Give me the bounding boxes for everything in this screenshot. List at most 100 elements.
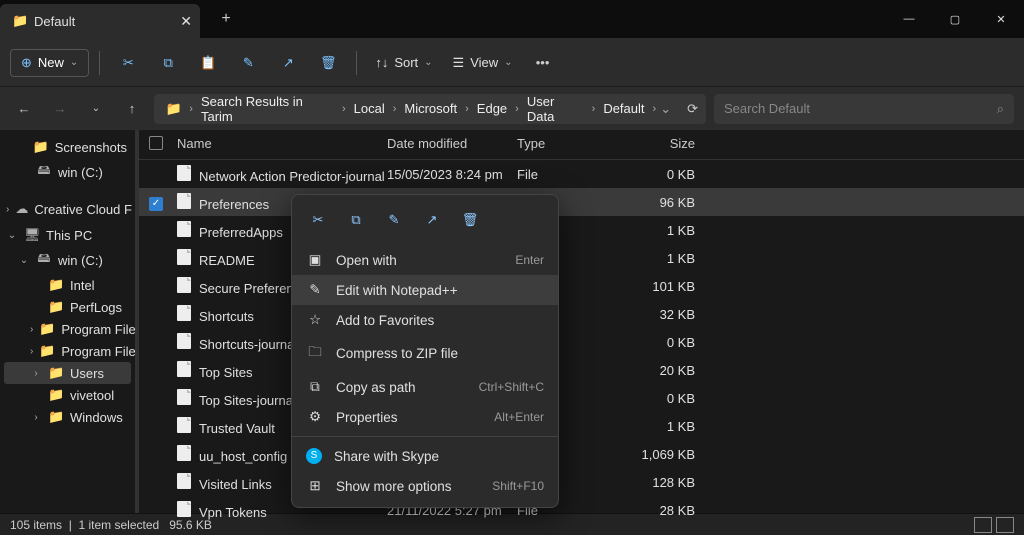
sidebar-item[interactable]: ›📁Windows bbox=[4, 406, 131, 428]
close-tab-icon[interactable]: ✕ bbox=[180, 13, 192, 30]
column-size[interactable]: Size bbox=[625, 136, 695, 153]
file-row[interactable]: uu_host_config1,069 KB bbox=[139, 440, 1024, 468]
context-menu-item[interactable]: ⚙PropertiesAlt+Enter bbox=[292, 402, 558, 432]
view-icon: ☰ bbox=[453, 55, 465, 71]
new-tab-button[interactable]: + bbox=[210, 10, 242, 28]
sidebar-item[interactable]: ›☁Creative Cloud F bbox=[4, 198, 131, 220]
cut-button[interactable]: ✂ bbox=[110, 46, 146, 80]
file-row[interactable]: Visited Links128 KB bbox=[139, 468, 1024, 496]
breadcrumb-item[interactable]: User Data bbox=[523, 94, 588, 124]
copy-button[interactable]: ⧉ bbox=[150, 46, 186, 80]
more-icon: ⊞ bbox=[306, 478, 324, 494]
file-row[interactable]: Shortcuts32 KB bbox=[139, 300, 1024, 328]
context-menu-item[interactable]: ⧉Copy as pathCtrl+Shift+C bbox=[292, 372, 558, 402]
body: 📁Screenshots🖴win (C:) › ☁ Creative Cloud F ⌄… bbox=[0, 130, 1024, 513]
copy-icon: ⧉ bbox=[306, 379, 324, 395]
cloud-icon: ☁ bbox=[15, 201, 28, 217]
context-item-shortcut: Shift+F10 bbox=[492, 479, 544, 493]
cut-icon[interactable]: ✂ bbox=[302, 205, 334, 235]
sidebar-item[interactable]: ›📁Program File bbox=[4, 318, 131, 340]
breadcrumb-item[interactable]: Default bbox=[599, 101, 648, 116]
context-menu-item[interactable]: ✎Edit with Notepad++ bbox=[292, 275, 558, 305]
file-row[interactable]: README1 KB bbox=[139, 244, 1024, 272]
checkbox-icon[interactable]: ✓ bbox=[149, 197, 163, 211]
maximize-button[interactable]: ▢ bbox=[932, 0, 978, 38]
folder-icon: 📁 bbox=[33, 139, 49, 155]
file-icon bbox=[177, 389, 191, 405]
delete-icon[interactable]: 🗑 bbox=[454, 205, 486, 235]
sidebar-item[interactable]: 📁Screenshots bbox=[4, 136, 131, 158]
copy-icon[interactable]: ⧉ bbox=[340, 205, 372, 235]
context-item-label: Properties bbox=[336, 410, 398, 425]
file-size-cell: 32 KB bbox=[625, 307, 695, 322]
sidebar: 📁Screenshots🖴win (C:) › ☁ Creative Cloud F ⌄… bbox=[0, 130, 135, 513]
sidebar-item-label: This PC bbox=[46, 228, 92, 243]
sidebar-item[interactable]: 📁vivetool bbox=[4, 384, 131, 406]
column-type[interactable]: Type bbox=[517, 136, 625, 153]
more-button[interactable]: ••• bbox=[525, 46, 561, 80]
file-name-cell: Network Action Predictor-journal bbox=[177, 165, 387, 184]
sidebar-item[interactable]: 📁Intel bbox=[4, 274, 131, 296]
new-button[interactable]: ⊕ New ⌄ bbox=[10, 49, 89, 77]
minimize-button[interactable]: — bbox=[886, 0, 932, 38]
checkbox-header[interactable] bbox=[149, 136, 177, 153]
file-row[interactable]: Top Sites-journal0 KB bbox=[139, 384, 1024, 412]
file-icon bbox=[177, 417, 191, 433]
context-item-label: Copy as path bbox=[336, 380, 416, 395]
folder-icon: 📁 bbox=[39, 343, 55, 359]
breadcrumb-item[interactable]: Local bbox=[350, 101, 389, 116]
context-item-label: Compress to ZIP file bbox=[336, 346, 458, 361]
context-menu-item[interactable]: ▣Open withEnter bbox=[292, 245, 558, 275]
breadcrumb[interactable]: 📁 › Search Results in Tarim › Local › Mi… bbox=[154, 94, 706, 124]
close-window-button[interactable]: ✕ bbox=[978, 0, 1024, 38]
sidebar-item[interactable]: ⌄🖴win (C:) bbox=[4, 246, 131, 274]
context-item-label: Share with Skype bbox=[334, 449, 439, 464]
file-row[interactable]: Top Sites20 KB bbox=[139, 356, 1024, 384]
chevron-icon: › bbox=[30, 346, 33, 357]
window-tab[interactable]: 📁 Default ✕ bbox=[0, 4, 200, 38]
file-row[interactable]: Vpn Tokens21/11/2022 5:27 pmFile28 KB bbox=[139, 496, 1024, 524]
file-size-cell: 28 KB bbox=[625, 503, 695, 518]
delete-button[interactable]: 🗑 bbox=[310, 46, 346, 80]
breadcrumb-item[interactable]: Edge bbox=[473, 101, 511, 116]
share-icon[interactable]: ↗ bbox=[416, 205, 448, 235]
history-chevron-icon[interactable]: ⌄ bbox=[82, 95, 110, 123]
sidebar-item[interactable]: 📁PerfLogs bbox=[4, 296, 131, 318]
context-menu-item[interactable]: 🗀Compress to ZIP file bbox=[292, 335, 558, 372]
status-items: 105 items bbox=[10, 518, 62, 532]
back-button[interactable]: ← bbox=[10, 95, 38, 123]
context-menu-item[interactable]: ⊞Show more optionsShift+F10 bbox=[292, 471, 558, 501]
column-name[interactable]: Name bbox=[177, 136, 387, 153]
sidebar-item-label: Creative Cloud F bbox=[34, 202, 132, 217]
file-row[interactable]: Trusted Vault1 KB bbox=[139, 412, 1024, 440]
rename-icon[interactable]: ✎ bbox=[378, 205, 410, 235]
sidebar-item[interactable]: ›📁Users bbox=[4, 362, 131, 384]
file-row[interactable]: Shortcuts-journal0 KB bbox=[139, 328, 1024, 356]
sidebar-item[interactable]: ⌄🖥This PC bbox=[4, 224, 131, 246]
star-icon: ☆ bbox=[306, 312, 324, 328]
view-button[interactable]: ☰ View ⌄ bbox=[445, 55, 521, 71]
refresh-button[interactable]: ⟳ bbox=[687, 101, 698, 117]
file-row[interactable]: ✓Preferences15/05/2023 5:30 pmFile96 KB bbox=[139, 188, 1024, 216]
file-row[interactable]: Network Action Predictor-journal15/05/20… bbox=[139, 160, 1024, 188]
prop-icon: ⚙ bbox=[306, 409, 324, 425]
chevron-down-icon[interactable]: ⌄ bbox=[660, 101, 671, 117]
sidebar-item[interactable]: ›📁Program File bbox=[4, 340, 131, 362]
up-button[interactable]: ↑ bbox=[118, 95, 146, 123]
breadcrumb-item[interactable]: Microsoft bbox=[400, 101, 461, 116]
column-date[interactable]: Date modified bbox=[387, 136, 517, 153]
file-row[interactable]: Secure Preferences101 KB bbox=[139, 272, 1024, 300]
context-menu-item[interactable]: ☆Add to Favorites bbox=[292, 305, 558, 335]
forward-button[interactable]: → bbox=[46, 95, 74, 123]
sort-button[interactable]: ↑↓ Sort ⌄ bbox=[367, 55, 440, 70]
breadcrumb-item[interactable]: Search Results in Tarim bbox=[197, 94, 338, 124]
file-icon bbox=[177, 165, 191, 181]
search-box[interactable]: Search Default ⌕ bbox=[714, 94, 1014, 124]
sidebar-item[interactable]: 🖴win (C:) bbox=[4, 158, 131, 186]
file-icon bbox=[177, 501, 191, 517]
context-menu-item[interactable]: SShare with Skype bbox=[292, 441, 558, 471]
rename-button[interactable]: ✎ bbox=[230, 46, 266, 80]
file-row[interactable]: PreferredApps1 KB bbox=[139, 216, 1024, 244]
share-button[interactable]: ↗ bbox=[270, 46, 306, 80]
paste-button[interactable]: 📋 bbox=[190, 46, 226, 80]
